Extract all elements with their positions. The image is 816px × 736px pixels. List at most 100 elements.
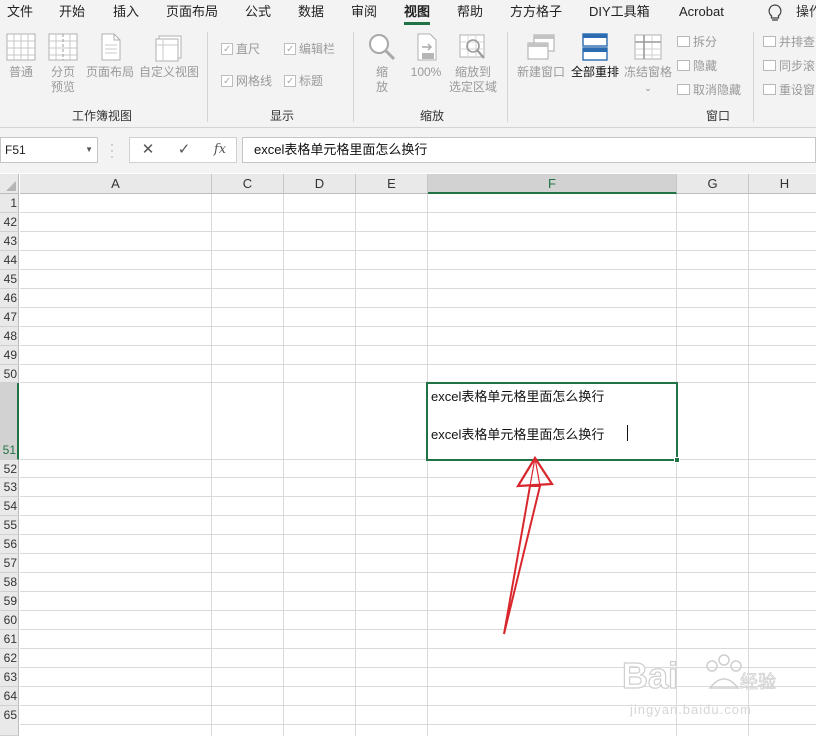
unhide-button[interactable]: 取消隐藏 — [677, 80, 741, 100]
synchronous-scrolling-button[interactable]: 同步滚 — [763, 56, 815, 76]
row-header[interactable]: 64 — [0, 687, 19, 706]
row-header[interactable]: 54 — [0, 497, 19, 516]
row-header-selected[interactable]: 51 — [0, 383, 19, 460]
arrange-all-icon — [582, 33, 608, 61]
freeze-panes-button[interactable]: 冻结窗格 ⌄ — [622, 32, 674, 96]
custom-views-button[interactable]: 自定义视图 — [139, 32, 199, 80]
tab-help[interactable]: 帮助 — [457, 0, 483, 26]
gridline-horizontal — [20, 572, 816, 573]
freeze-panes-icon — [634, 34, 662, 60]
zoom-to-selection-button[interactable]: 缩放到 选定区域 — [447, 32, 499, 95]
view-side-by-side-button[interactable]: 并排查 — [763, 32, 815, 52]
lightbulb-icon[interactable] — [766, 3, 784, 23]
name-box[interactable]: F51 ▼ — [0, 137, 98, 163]
tab-fangfangezi[interactable]: 方方格子 — [510, 0, 562, 26]
row-header[interactable]: 57 — [0, 554, 19, 573]
zoom-to-selection-icon — [459, 34, 485, 59]
gridline-vertical — [427, 194, 428, 736]
ruler-checkbox[interactable]: 直尺 — [221, 40, 260, 59]
row-header[interactable]: 60 — [0, 611, 19, 630]
ribbon-view: 普通 分页预览 页面布局 自定义视图 工作簿视图 直尺 编辑栏 网格线 标题 显… — [0, 26, 816, 128]
row-header[interactable]: 61 — [0, 630, 19, 649]
gridline-horizontal — [20, 326, 816, 327]
gridline-horizontal — [20, 496, 816, 497]
unhide-icon — [677, 84, 690, 95]
custom-views-label: 自定义视图 — [139, 65, 200, 79]
row-header[interactable]: 65 — [0, 706, 19, 736]
page-break-preview-label: 分页 预览 — [46, 65, 80, 95]
row-header[interactable]: 50 — [0, 365, 19, 383]
watermark-url: jingyan.baidu.com — [630, 702, 752, 717]
normal-view-button[interactable]: 普通 — [4, 32, 38, 80]
gridline-horizontal — [20, 534, 816, 535]
zoom-button[interactable]: 缩放 — [364, 32, 400, 95]
gridline-horizontal — [20, 724, 816, 725]
side-by-side-icon — [763, 36, 776, 47]
cancel-button[interactable]: ✕ — [136, 140, 160, 160]
insert-function-button[interactable]: fx — [208, 140, 232, 160]
row-header[interactable]: 42 — [0, 213, 19, 232]
tab-review[interactable]: 审阅 — [351, 0, 377, 26]
headings-checkbox[interactable]: 标题 — [284, 72, 324, 91]
tab-diy-toolbox[interactable]: DIY工具箱 — [589, 0, 650, 26]
column-header-h[interactable]: H — [749, 174, 816, 194]
fill-handle[interactable] — [674, 457, 680, 463]
formula-bar-checkbox[interactable]: 编辑栏 — [284, 40, 335, 59]
formula-bar: F51 ▼ · · · ✕ ✓ fx excel表格单元格里面怎么换行 — [0, 128, 816, 173]
gridline-horizontal — [20, 477, 816, 478]
gridlines-checkbox[interactable]: 网格线 — [221, 72, 272, 91]
column-header-a[interactable]: A — [20, 174, 212, 194]
tab-home[interactable]: 开始 — [59, 0, 85, 26]
row-header[interactable]: 52 — [0, 460, 19, 478]
tab-page-layout[interactable]: 页面布局 — [166, 0, 218, 26]
row-header[interactable]: 44 — [0, 251, 19, 270]
hide-button[interactable]: 隐藏 — [677, 56, 717, 76]
arrange-all-button[interactable]: 全部重排 — [569, 32, 621, 80]
row-header[interactable]: 49 — [0, 346, 19, 365]
tab-data[interactable]: 数据 — [298, 0, 324, 26]
tab-file[interactable]: 文件 — [7, 0, 33, 26]
chevron-down-icon[interactable]: ▼ — [85, 138, 93, 162]
tab-insert[interactable]: 插入 — [113, 0, 139, 26]
ruler-check-box — [221, 41, 233, 59]
zoom-100-button[interactable]: 100% — [406, 32, 446, 80]
column-header-e[interactable]: E — [356, 174, 428, 194]
zoom-selection-line2: 选定区域 — [448, 80, 497, 94]
tab-acrobat[interactable]: Acrobat — [679, 0, 724, 26]
group-label-workbook-views: 工作簿视图 — [71, 109, 132, 123]
formula-buttons: ✕ ✓ fx — [129, 137, 237, 163]
row-header[interactable]: 53 — [0, 478, 19, 497]
formula-input[interactable]: excel表格单元格里面怎么换行 — [242, 137, 816, 163]
column-header-f[interactable]: F — [428, 174, 677, 194]
headings-label: 标题 — [299, 74, 324, 88]
page-layout-view-label: 页面布局 — [86, 65, 135, 79]
row-header[interactable]: 55 — [0, 516, 19, 535]
row-header[interactable]: 46 — [0, 289, 19, 308]
resize-handle-icon[interactable]: · · · — [110, 138, 114, 162]
row-header[interactable]: 59 — [0, 592, 19, 611]
enter-button[interactable]: ✓ — [172, 140, 196, 160]
row-header[interactable]: 48 — [0, 327, 19, 346]
column-header-g[interactable]: G — [677, 174, 749, 194]
column-header-d[interactable]: D — [284, 174, 356, 194]
reset-window-position-button[interactable]: 重设窗 — [763, 80, 815, 100]
row-header[interactable]: 63 — [0, 668, 19, 687]
column-header-c[interactable]: C — [212, 174, 284, 194]
row-header[interactable]: 56 — [0, 535, 19, 554]
row-header[interactable]: 45 — [0, 270, 19, 289]
row-header[interactable]: 62 — [0, 649, 19, 668]
row-header[interactable]: 43 — [0, 232, 19, 251]
watermark-brand-cn: 经验 — [740, 672, 776, 693]
group-separator — [207, 32, 208, 122]
new-window-button[interactable]: 新建窗口 — [514, 32, 568, 80]
tab-view[interactable]: 视图 — [404, 0, 431, 26]
select-all-button[interactable] — [0, 174, 19, 194]
row-header[interactable]: 47 — [0, 308, 19, 327]
tell-me-box[interactable]: 操作 — [796, 0, 816, 24]
row-header[interactable]: 1 — [0, 194, 19, 213]
page-break-preview-button[interactable]: 分页 预览 — [46, 32, 80, 95]
page-layout-view-button[interactable]: 页面布局 — [86, 32, 134, 80]
split-button[interactable]: 拆分 — [677, 32, 717, 52]
tab-formulas[interactable]: 公式 — [245, 0, 271, 26]
row-header[interactable]: 58 — [0, 573, 19, 592]
